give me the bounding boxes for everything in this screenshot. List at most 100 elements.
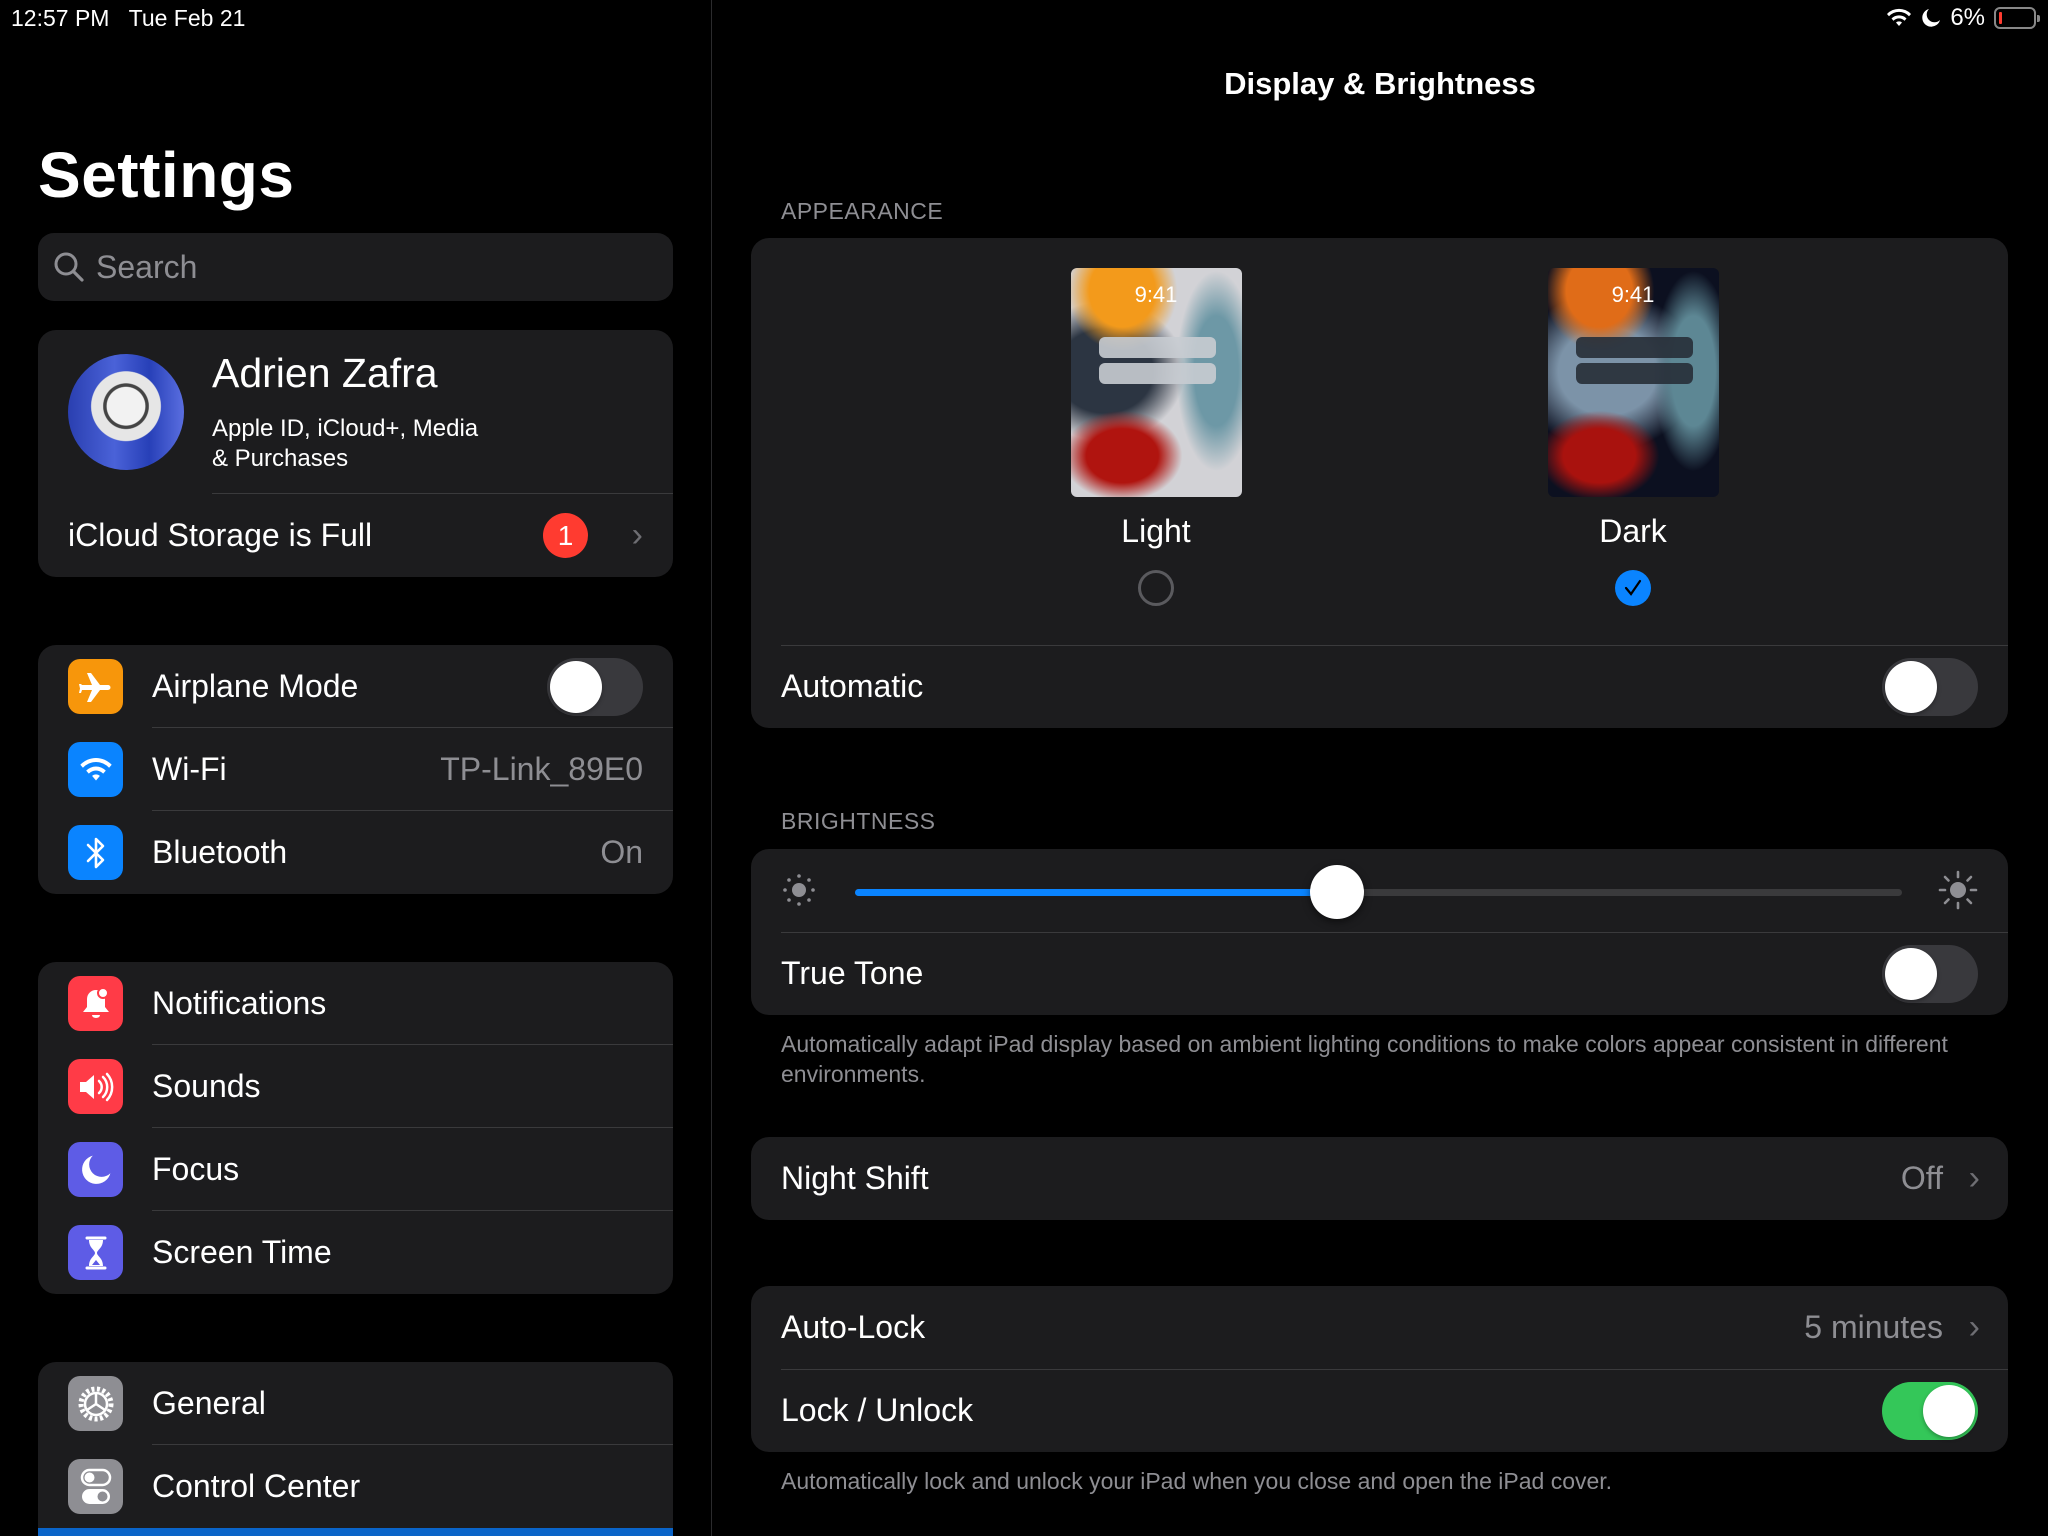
moon-icon xyxy=(68,1142,123,1197)
wifi-icon xyxy=(1887,8,1912,26)
sidebar-item-label: Control Center xyxy=(152,1468,361,1504)
lock-card: Auto-Lock 5 minutes › Lock / Unlock xyxy=(751,1286,2008,1452)
divider xyxy=(781,1369,2008,1370)
light-radio-button[interactable] xyxy=(1138,570,1174,606)
sidebar-item-focus[interactable]: Focus xyxy=(38,1128,673,1211)
sun-min-icon xyxy=(783,874,815,906)
sidebar-item-label: Focus xyxy=(152,1151,240,1187)
airplane-mode-toggle[interactable] xyxy=(547,657,643,716)
true-tone-footnote: Automatically adapt iPad display based o… xyxy=(781,1031,1948,1087)
settings-sidebar: Settings Search Adrien Zafra Apple ID, i… xyxy=(0,0,711,1536)
sun-max-icon xyxy=(1938,870,1978,910)
sidebar-item-control-center[interactable]: Control Center xyxy=(38,1445,673,1528)
avatar xyxy=(68,354,184,470)
checkmark-icon xyxy=(1624,579,1642,596)
profile-group: Adrien Zafra Apple ID, iCloud+, Media & … xyxy=(38,330,673,577)
switches-icon xyxy=(68,1459,123,1514)
profile-name: Adrien Zafra xyxy=(212,350,438,396)
bluetooth-status-value: On xyxy=(600,834,643,870)
appearance-card: 9:41 Light 9:41 Dark Automatic xyxy=(751,238,2008,728)
automatic-toggle[interactable] xyxy=(1882,657,1978,716)
auto-lock-label: Auto-Lock xyxy=(781,1309,926,1345)
night-shift-label: Night Shift xyxy=(781,1160,929,1196)
profile-subtitle-line1: Apple ID, iCloud+, Media xyxy=(212,415,479,442)
divider xyxy=(781,932,2008,933)
sidebar-item-wifi[interactable]: Wi-Fi TP-Link_89E0 xyxy=(38,728,673,811)
moon-icon xyxy=(1922,9,1941,27)
lock-unlock-footnote: Automatically lock and unlock your iPad … xyxy=(781,1468,1613,1494)
bluetooth-icon xyxy=(68,825,123,880)
icloud-storage-label: iCloud Storage is Full xyxy=(68,517,373,553)
search-input[interactable]: Search xyxy=(38,233,673,301)
sidebar-item-label: Airplane Mode xyxy=(152,668,359,704)
search-placeholder: Search xyxy=(96,248,198,285)
sidebar-title: Settings xyxy=(38,139,295,211)
preview-bar xyxy=(1575,363,1693,384)
battery-icon xyxy=(1994,7,2040,29)
night-shift-row[interactable]: Night Shift Off › xyxy=(751,1137,2008,1220)
lock-unlock-label: Lock / Unlock xyxy=(781,1392,974,1428)
sidebar-item-airplane-mode[interactable]: Airplane Mode xyxy=(38,645,673,728)
profile-subtitle-line2: & Purchases xyxy=(212,445,349,472)
lock-unlock-row: Lock / Unlock xyxy=(751,1369,2008,1452)
sidebar-item-label: Bluetooth xyxy=(152,834,288,870)
dark-preview-thumbnail: 9:41 xyxy=(1547,268,1719,497)
appearance-option-light[interactable]: 9:41 Light xyxy=(1056,268,1256,606)
preview-time: 9:41 xyxy=(1134,282,1178,307)
light-preview-thumbnail: 9:41 xyxy=(1070,268,1242,497)
appearance-option-dark[interactable]: 9:41 Dark xyxy=(1533,268,1733,606)
sidebar-item-display-brightness-selected[interactable] xyxy=(38,1528,673,1536)
general-group: General Control Center xyxy=(38,1362,673,1536)
night-shift-card: Night Shift Off › xyxy=(751,1137,2008,1220)
appearance-header: APPEARANCE xyxy=(781,198,944,224)
page-title: Display & Brightness xyxy=(1224,66,1536,101)
sidebar-item-label: Sounds xyxy=(152,1068,261,1104)
brightness-slider-thumb[interactable] xyxy=(1309,865,1364,919)
appearance-option-label: Light xyxy=(1121,513,1191,549)
sidebar-item-label: Wi-Fi xyxy=(152,751,227,787)
dark-radio-button[interactable] xyxy=(1615,570,1651,606)
gear-icon xyxy=(68,1376,123,1431)
brightness-header: BRIGHTNESS xyxy=(781,808,936,834)
sidebar-item-label: Notifications xyxy=(152,985,327,1021)
preview-time: 9:41 xyxy=(1611,282,1655,307)
battery-percent: 6% xyxy=(1950,4,1985,31)
preview-bar xyxy=(1098,363,1216,384)
connectivity-group: Airplane Mode Wi-Fi TP-Link_89E0 Bluetoo… xyxy=(38,645,673,894)
hourglass-icon xyxy=(68,1225,123,1280)
automatic-row: Automatic xyxy=(751,645,2008,728)
divider xyxy=(781,645,2008,646)
preview-bar xyxy=(1098,337,1216,358)
wifi-network-value: TP-Link_89E0 xyxy=(440,751,643,787)
true-tone-row: True Tone xyxy=(751,932,2008,1015)
notifications-group: Notifications Sounds Focus Screen Time xyxy=(38,962,673,1294)
brightness-slider-fill xyxy=(855,889,1337,896)
speaker-icon xyxy=(68,1059,123,1114)
chevron-right-icon: › xyxy=(1968,1308,1980,1346)
icloud-storage-alert-row[interactable]: iCloud Storage is Full 1 › xyxy=(38,494,673,577)
sidebar-item-screen-time[interactable]: Screen Time xyxy=(38,1211,673,1294)
sidebar-item-general[interactable]: General xyxy=(38,1362,673,1445)
night-shift-value: Off xyxy=(1900,1160,1943,1196)
split-view-divider xyxy=(711,0,712,1536)
sidebar-item-bluetooth[interactable]: Bluetooth On xyxy=(38,811,673,894)
brightness-card: True Tone xyxy=(751,849,2008,1015)
brightness-slider[interactable] xyxy=(855,865,1902,919)
chevron-right-icon: › xyxy=(1968,1159,1980,1197)
notification-badge: 1 xyxy=(543,513,588,558)
status-indicators: 6% xyxy=(1886,4,2040,32)
profile-subtitle: Apple ID, iCloud+, Media & Purchases xyxy=(212,414,532,474)
auto-lock-value: 5 minutes xyxy=(1804,1309,1943,1345)
true-tone-toggle[interactable] xyxy=(1882,944,1978,1003)
preview-bar xyxy=(1575,337,1693,358)
sidebar-item-notifications[interactable]: Notifications xyxy=(38,962,673,1045)
profile-row[interactable]: Adrien Zafra Apple ID, iCloud+, Media & … xyxy=(38,330,673,494)
appearance-option-label: Dark xyxy=(1599,513,1667,549)
sidebar-item-label: General xyxy=(152,1385,266,1421)
auto-lock-row[interactable]: Auto-Lock 5 minutes › xyxy=(751,1286,2008,1369)
sidebar-item-sounds[interactable]: Sounds xyxy=(38,1045,673,1128)
chevron-right-icon: › xyxy=(631,516,643,554)
automatic-label: Automatic xyxy=(781,668,924,704)
lock-unlock-toggle[interactable] xyxy=(1882,1381,1978,1440)
brightness-slider-row xyxy=(751,849,2008,932)
